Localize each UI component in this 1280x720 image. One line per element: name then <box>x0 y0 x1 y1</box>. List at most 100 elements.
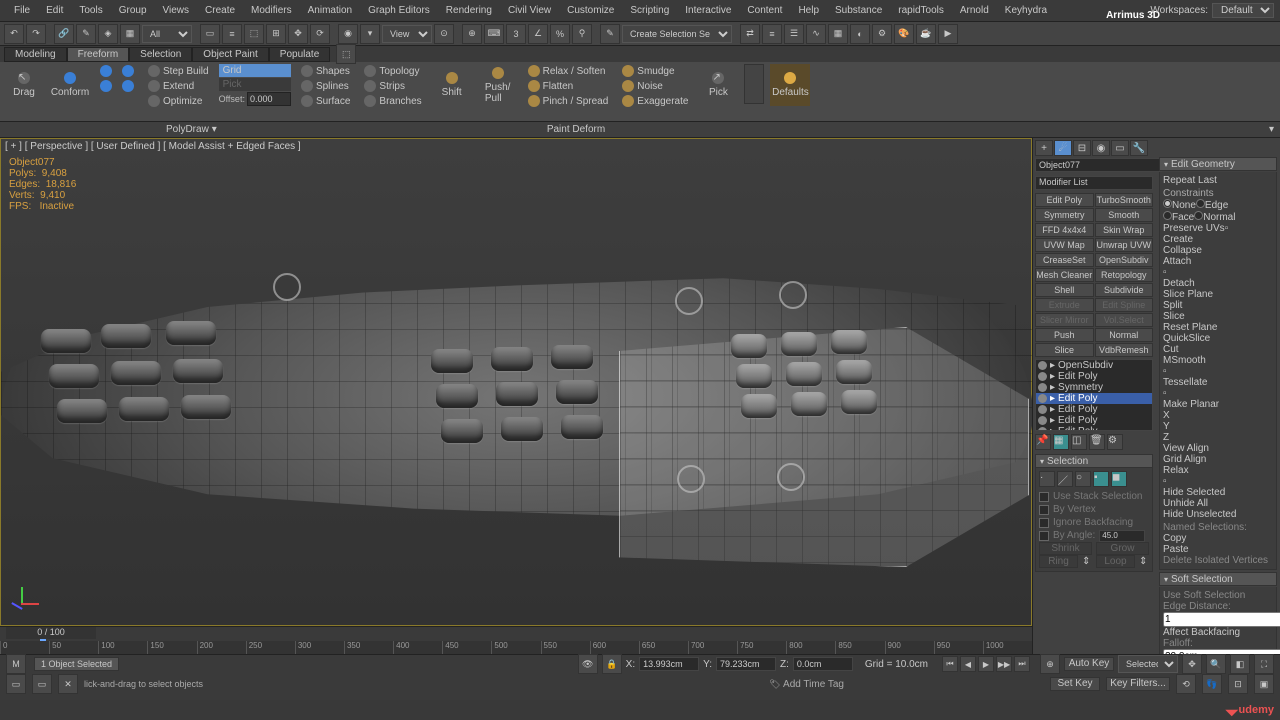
viewport-label[interactable]: [ + ] [ Perspective ] [ User Defined ] [… <box>5 141 301 152</box>
ribbon-toggle-icon[interactable]: ⬚ <box>336 44 356 64</box>
grid-button[interactable]: Grid <box>219 64 291 77</box>
slice-plane-button[interactable]: Slice Plane <box>1163 289 1273 300</box>
planar-y-button[interactable]: Y <box>1163 421 1177 432</box>
offset-spinner[interactable] <box>247 92 291 106</box>
schematic-button[interactable]: ▦ <box>120 24 140 44</box>
eye-icon[interactable] <box>1038 372 1047 381</box>
configure-sets-icon[interactable]: ⚙ <box>1107 434 1123 450</box>
mirror-button[interactable]: ⇄ <box>740 24 760 44</box>
nav-orbit-icon[interactable]: ⟲ <box>1176 674 1196 694</box>
mod-uvw-map[interactable]: UVW Map <box>1035 238 1094 252</box>
script-listener-icon[interactable]: ▭ <box>6 674 26 694</box>
tess-settings-icon[interactable]: ▫ <box>1163 388 1167 399</box>
tab-object-paint[interactable]: Object Paint <box>192 47 268 62</box>
hide-sel-button[interactable]: Hide Selected <box>1163 487 1273 498</box>
constraint-face-radio[interactable] <box>1163 211 1172 220</box>
defaults-button[interactable]: Defaults <box>770 64 810 106</box>
mod-normal[interactable]: Normal <box>1095 328 1154 342</box>
noise-button[interactable]: Noise <box>618 79 692 93</box>
scale-button[interactable]: ◉ <box>338 24 358 44</box>
use-center-button[interactable]: ⊙ <box>434 24 454 44</box>
menu-file[interactable]: File <box>6 3 38 18</box>
mod-unwrap[interactable]: Unwrap UVW <box>1095 238 1154 252</box>
prev-frame-button[interactable]: ◀ <box>960 656 976 672</box>
maxscript-icon[interactable]: M <box>6 654 26 674</box>
conform-rotate-icon[interactable] <box>118 64 138 78</box>
nav-walk-icon[interactable]: 👣 <box>1202 674 1222 694</box>
menu-rapidtools[interactable]: rapidTools <box>890 3 952 18</box>
undo-button[interactable]: ↶ <box>4 24 24 44</box>
flatten-button[interactable]: Flatten <box>524 79 613 93</box>
attach-button[interactable]: Attach <box>1163 256 1273 267</box>
window-crossing-button[interactable]: ⊞ <box>266 24 286 44</box>
splines-button[interactable]: Splines <box>297 79 354 93</box>
menu-customize[interactable]: Customize <box>559 3 622 18</box>
render-prod-button[interactable]: ▶ <box>938 24 958 44</box>
ribbon-expand-icon[interactable]: ▾ <box>1269 124 1274 135</box>
eye-icon[interactable] <box>1038 416 1047 425</box>
relax-geo-button[interactable]: Relax <box>1163 465 1273 476</box>
menu-scripting[interactable]: Scripting <box>622 3 677 18</box>
expand-icon[interactable]: ▸ <box>1050 360 1055 371</box>
manipulate-button[interactable]: ⊕ <box>462 24 482 44</box>
workspaces-dropdown[interactable]: Default <box>1212 3 1274 18</box>
expand-icon[interactable]: ▸ <box>1050 382 1055 393</box>
next-frame-button[interactable]: ▶▶ <box>996 656 1012 672</box>
curve-editor-button[interactable]: ∿ <box>806 24 826 44</box>
align-button[interactable]: ≡ <box>762 24 782 44</box>
script-close-icon[interactable]: ✕ <box>58 674 78 694</box>
msmooth-settings-icon[interactable]: ▫ <box>1163 366 1167 377</box>
mod-skin-wrap[interactable]: Skin Wrap <box>1095 223 1154 237</box>
falloff-spinner[interactable] <box>1163 649 1280 654</box>
menu-group[interactable]: Group <box>111 3 155 18</box>
modify-tab-icon[interactable]: ☄ <box>1054 140 1072 156</box>
menu-interactive[interactable]: Interactive <box>677 3 739 18</box>
extend-button[interactable]: Extend <box>144 79 213 93</box>
time-ruler[interactable]: 0501001502002503003504004505005506006507… <box>0 641 1032 655</box>
grow-button[interactable]: Grow <box>1096 542 1149 555</box>
step-build-button[interactable]: Step Build <box>144 64 213 78</box>
unhide-button[interactable]: Unhide All <box>1163 498 1273 509</box>
paintdeform-dropdown[interactable]: Paint Deform <box>547 124 605 135</box>
eye-icon[interactable] <box>1038 394 1047 403</box>
cut-button[interactable]: Cut <box>1163 344 1273 355</box>
frame-indicator[interactable]: 0 / 100 <box>6 627 96 639</box>
eye-icon[interactable] <box>1038 361 1047 370</box>
menu-help[interactable]: Help <box>790 3 827 18</box>
constraint-normal-radio[interactable] <box>1194 211 1203 220</box>
utilities-tab-icon[interactable]: 🔧 <box>1130 140 1148 156</box>
paste-button[interactable]: Paste <box>1163 544 1273 555</box>
split-button[interactable]: Split <box>1163 300 1273 311</box>
y-input[interactable] <box>716 657 776 671</box>
collapse-button[interactable]: Collapse <box>1163 245 1273 256</box>
grid-align-button[interactable]: Grid Align <box>1163 454 1273 465</box>
border-subobj-icon[interactable]: ○ <box>1075 471 1091 487</box>
play-button[interactable]: ▶ <box>978 656 994 672</box>
element-subobj-icon[interactable]: ◼ <box>1111 471 1127 487</box>
select-name-button[interactable]: ≡ <box>222 24 242 44</box>
edge-dist-spinner[interactable] <box>1163 612 1280 627</box>
lock-icon[interactable]: 🔒 <box>602 654 622 674</box>
mod-opensubdiv[interactable]: OpenSubdiv <box>1095 253 1154 267</box>
nav-fov-icon[interactable]: ◧ <box>1230 654 1250 674</box>
expand-icon[interactable]: ▸ <box>1050 371 1055 382</box>
redo-button[interactable]: ↷ <box>26 24 46 44</box>
menu-arnold[interactable]: Arnold <box>952 3 997 18</box>
move-button[interactable]: ✥ <box>288 24 308 44</box>
time-config-icon[interactable]: ⊕ <box>1040 654 1060 674</box>
conform-move-icon[interactable] <box>96 64 116 78</box>
ignore-bf-check[interactable] <box>1039 518 1049 528</box>
key-filters-button[interactable]: Key Filters... <box>1106 677 1170 691</box>
loop-button[interactable]: Loop <box>1096 555 1135 568</box>
eye-icon[interactable] <box>1038 427 1047 431</box>
planar-z-button[interactable]: Z <box>1163 432 1177 443</box>
spinner-snap-button[interactable]: ⚲ <box>572 24 592 44</box>
goto-end-button[interactable]: ⏭ <box>1014 656 1030 672</box>
smudge-button[interactable]: Smudge <box>618 64 692 78</box>
mod-shell[interactable]: Shell <box>1035 283 1094 297</box>
nav-region-icon[interactable]: ▣ <box>1254 674 1274 694</box>
eye-icon[interactable] <box>1038 405 1047 414</box>
make-unique-icon[interactable]: ◫ <box>1071 434 1087 450</box>
shrink-button[interactable]: Shrink <box>1039 542 1092 555</box>
eye-icon[interactable] <box>1038 383 1047 392</box>
